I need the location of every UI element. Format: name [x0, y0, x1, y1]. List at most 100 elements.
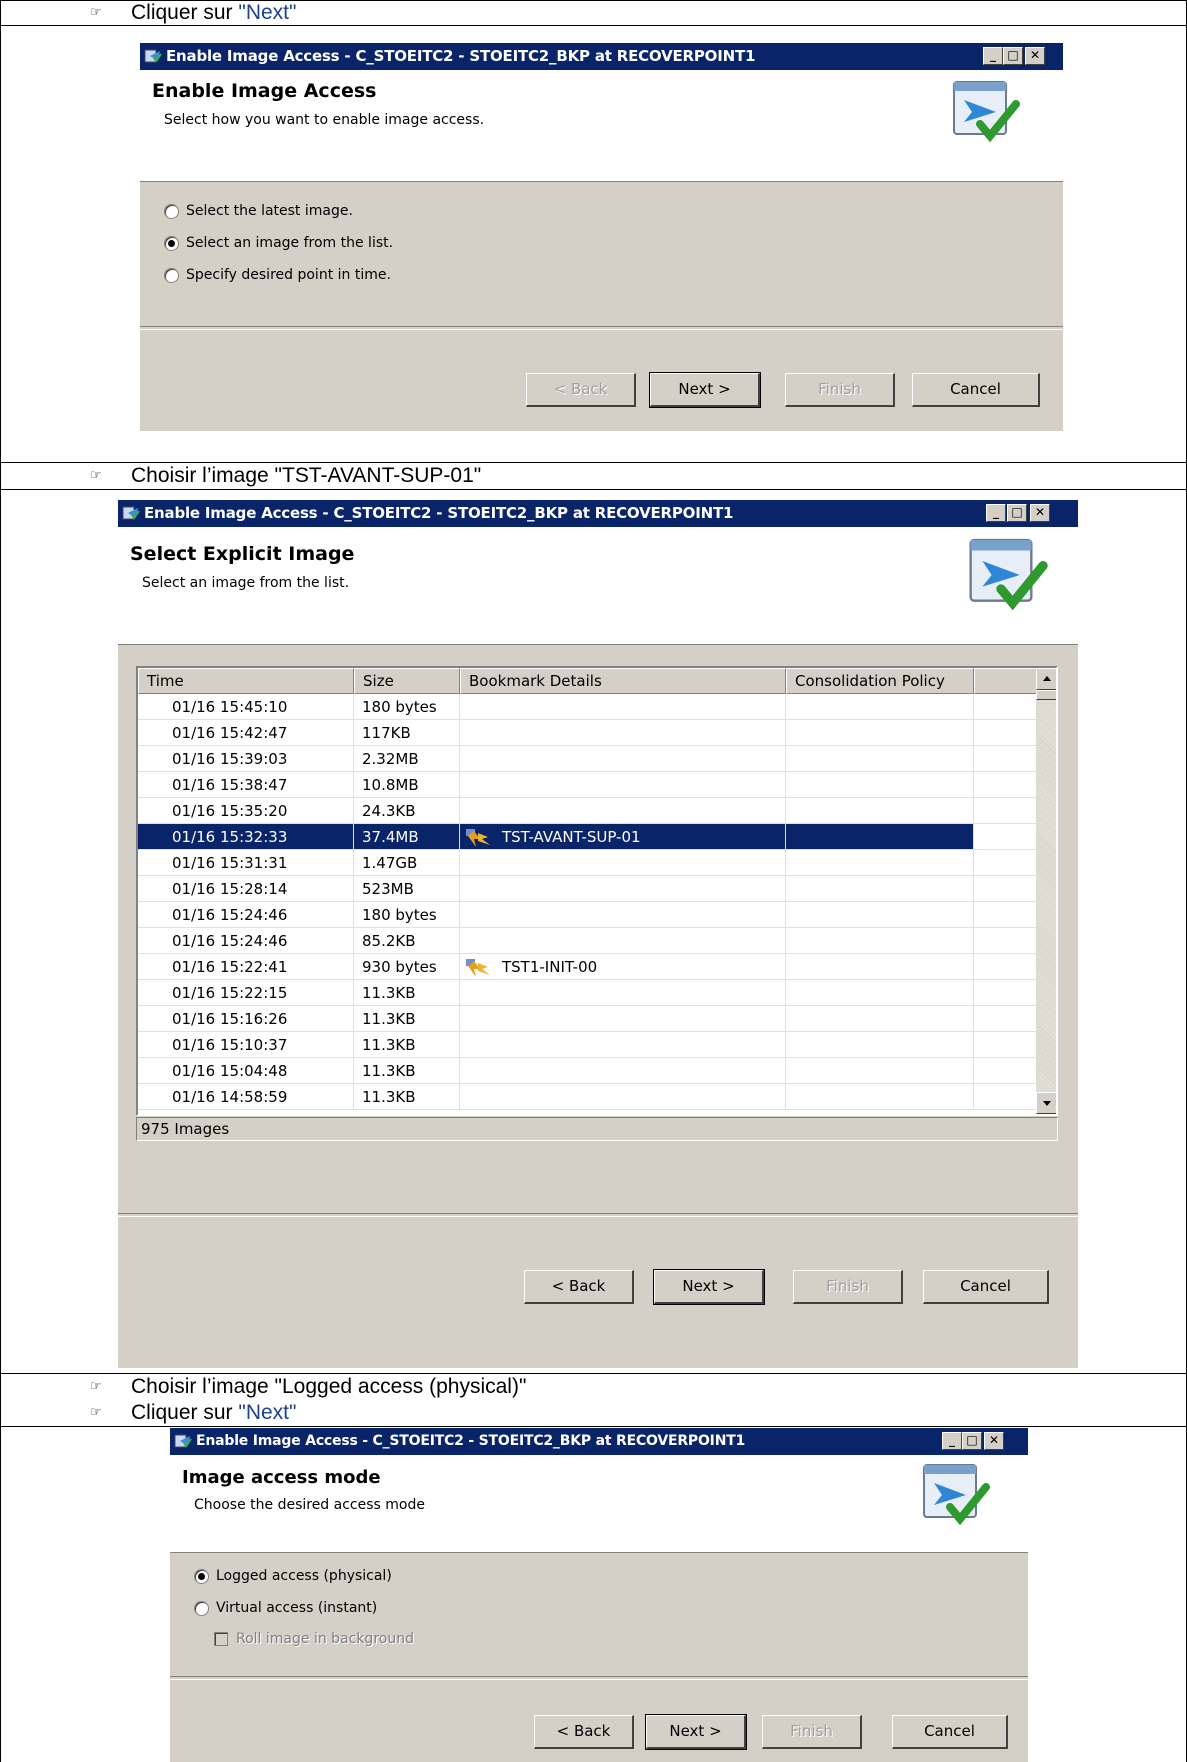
table-row[interactable]: 01/16 15:31:31 1.47GB [138, 850, 1038, 876]
cell-time: 01/16 15:32:33 [138, 824, 354, 850]
radio-icon[interactable] [194, 1601, 209, 1616]
back-button[interactable]: < Back [534, 1715, 634, 1749]
page-subtitle: Select an image from the list. [142, 575, 350, 591]
cell-size: 523MB [354, 876, 460, 902]
table-row[interactable]: 01/16 15:22:15 11.3KB [138, 980, 1038, 1006]
table-row[interactable]: 01/16 15:35:20 24.3KB [138, 798, 1038, 824]
radio-icon[interactable] [164, 236, 179, 251]
cell-bookmark [460, 850, 786, 876]
table-row[interactable]: 01/16 15:39:03 2.32MB [138, 746, 1038, 772]
cell-time: 01/16 15:39:03 [138, 746, 354, 772]
close-button[interactable]: ✕ [984, 1432, 1004, 1450]
radio-icon[interactable] [194, 1569, 209, 1584]
finish-button[interactable]: Finish [785, 373, 895, 407]
instruction-step-3: Choisir l’image "Logged access (physical… [131, 1375, 527, 1398]
wizard-check-icon [923, 1464, 990, 1526]
table-rule-5 [0, 1426, 1187, 1427]
cell-policy [786, 694, 974, 720]
window-app-icon [122, 506, 140, 520]
table-row[interactable]: 01/16 15:28:14 523MB [138, 876, 1038, 902]
column-header-bookmark[interactable]: Bookmark Details [460, 668, 786, 694]
table-row[interactable]: 01/16 15:04:48 11.3KB [138, 1058, 1038, 1084]
table-row[interactable]: 01/16 15:22:41 930 bytes TST1-INIT-00 [138, 954, 1038, 980]
cancel-button[interactable]: Cancel [912, 373, 1040, 407]
minimize-button[interactable]: _ [983, 47, 1003, 65]
table-row[interactable]: 01/16 15:16:26 11.3KB [138, 1006, 1038, 1032]
minimize-button[interactable]: _ [942, 1432, 962, 1450]
table-row[interactable]: 01/16 15:24:46 180 bytes [138, 902, 1038, 928]
table-rule-4 [0, 1373, 1187, 1374]
next-button[interactable]: Next > [653, 1269, 765, 1305]
cell-time: 01/16 15:22:41 [138, 954, 354, 980]
cell-filler [974, 850, 1038, 876]
wizard-header: Select Explicit Image Select an image fr… [118, 527, 1078, 645]
close-button[interactable]: ✕ [1025, 47, 1045, 65]
title-bar[interactable]: Enable Image Access - C_STOEITC2 - STOEI… [118, 500, 1078, 527]
table-row[interactable]: 01/16 15:45:10 180 bytes [138, 694, 1038, 720]
next-button[interactable]: Next > [649, 372, 761, 408]
cell-size: 11.3KB [354, 1058, 460, 1084]
cell-size: 85.2KB [354, 928, 460, 954]
minimize-button[interactable]: _ [986, 504, 1006, 522]
table-row[interactable]: 01/16 15:24:46 85.2KB [138, 928, 1038, 954]
scroll-up-icon[interactable] [1036, 668, 1056, 690]
cell-filler [974, 954, 1038, 980]
column-header-size[interactable]: Size [354, 668, 460, 694]
maximize-button[interactable]: □ [1007, 504, 1027, 522]
table-row[interactable]: 01/16 15:42:47 117KB [138, 720, 1038, 746]
cancel-button[interactable]: Cancel [892, 1715, 1008, 1749]
maximize-button[interactable]: □ [1003, 47, 1023, 65]
list-header: Time Size Bookmark Details Consolidation… [138, 668, 1038, 694]
next-button[interactable]: Next > [645, 1714, 747, 1750]
cell-policy [786, 772, 974, 798]
cell-bookmark [460, 902, 786, 928]
cell-policy [786, 1058, 974, 1084]
radio-icon[interactable] [164, 268, 179, 283]
table-row[interactable]: 01/16 15:10:37 11.3KB [138, 1032, 1038, 1058]
bookmark-icon [466, 828, 490, 847]
cell-filler [974, 746, 1038, 772]
finish-button[interactable]: Finish [762, 1715, 862, 1749]
title-bar[interactable]: Enable Image Access - C_STOEITC2 - STOEI… [170, 1428, 1028, 1455]
close-button[interactable]: ✕ [1030, 504, 1050, 522]
cell-time: 01/16 15:28:14 [138, 876, 354, 902]
back-button[interactable]: < Back [526, 373, 636, 407]
bullet-pointer-icon: ☞ [90, 1379, 102, 1394]
column-header-policy[interactable]: Consolidation Policy [786, 668, 974, 694]
table-row[interactable]: 01/16 14:58:59 11.3KB [138, 1084, 1038, 1110]
page-title: Image access mode [182, 1467, 381, 1488]
checkbox-icon[interactable] [214, 1632, 228, 1646]
bookmark-label: TST-AVANT-SUP-01 [502, 828, 641, 846]
cell-filler [974, 798, 1038, 824]
cell-policy [786, 720, 974, 746]
radio-icon[interactable] [164, 204, 179, 219]
scroll-thumb[interactable] [1036, 690, 1056, 700]
cell-time: 01/16 15:31:31 [138, 850, 354, 876]
cell-policy [786, 798, 974, 824]
cell-policy [786, 954, 974, 980]
cell-size: 10.8MB [354, 772, 460, 798]
table-rule-1 [0, 25, 1187, 26]
scroll-down-icon[interactable] [1036, 1092, 1056, 1114]
cell-size: 180 bytes [354, 694, 460, 720]
cell-size: 11.3KB [354, 1032, 460, 1058]
cell-size: 24.3KB [354, 798, 460, 824]
cell-bookmark [460, 1006, 786, 1032]
vertical-scrollbar[interactable] [1036, 668, 1056, 1114]
cell-policy [786, 1006, 974, 1032]
cell-bookmark [460, 1084, 786, 1110]
cell-policy [786, 746, 974, 772]
table-row[interactable]: 01/16 15:38:47 10.8MB [138, 772, 1038, 798]
table-row[interactable]: 01/16 15:32:33 37.4MB TST-AVANT-SUP-01 [138, 824, 1038, 850]
cell-time: 01/16 15:24:46 [138, 902, 354, 928]
cell-time: 01/16 15:16:26 [138, 1006, 354, 1032]
image-list[interactable]: Time Size Bookmark Details Consolidation… [136, 666, 1058, 1116]
separator [118, 1213, 1078, 1217]
back-button[interactable]: < Back [524, 1270, 634, 1304]
maximize-button[interactable]: □ [962, 1432, 982, 1450]
finish-button[interactable]: Finish [793, 1270, 903, 1304]
bookmark-label: TST1-INIT-00 [502, 958, 598, 976]
title-bar[interactable]: Enable Image Access - C_STOEITC2 - STOEI… [140, 43, 1063, 70]
cancel-button[interactable]: Cancel [923, 1270, 1049, 1304]
column-header-time[interactable]: Time [138, 668, 354, 694]
